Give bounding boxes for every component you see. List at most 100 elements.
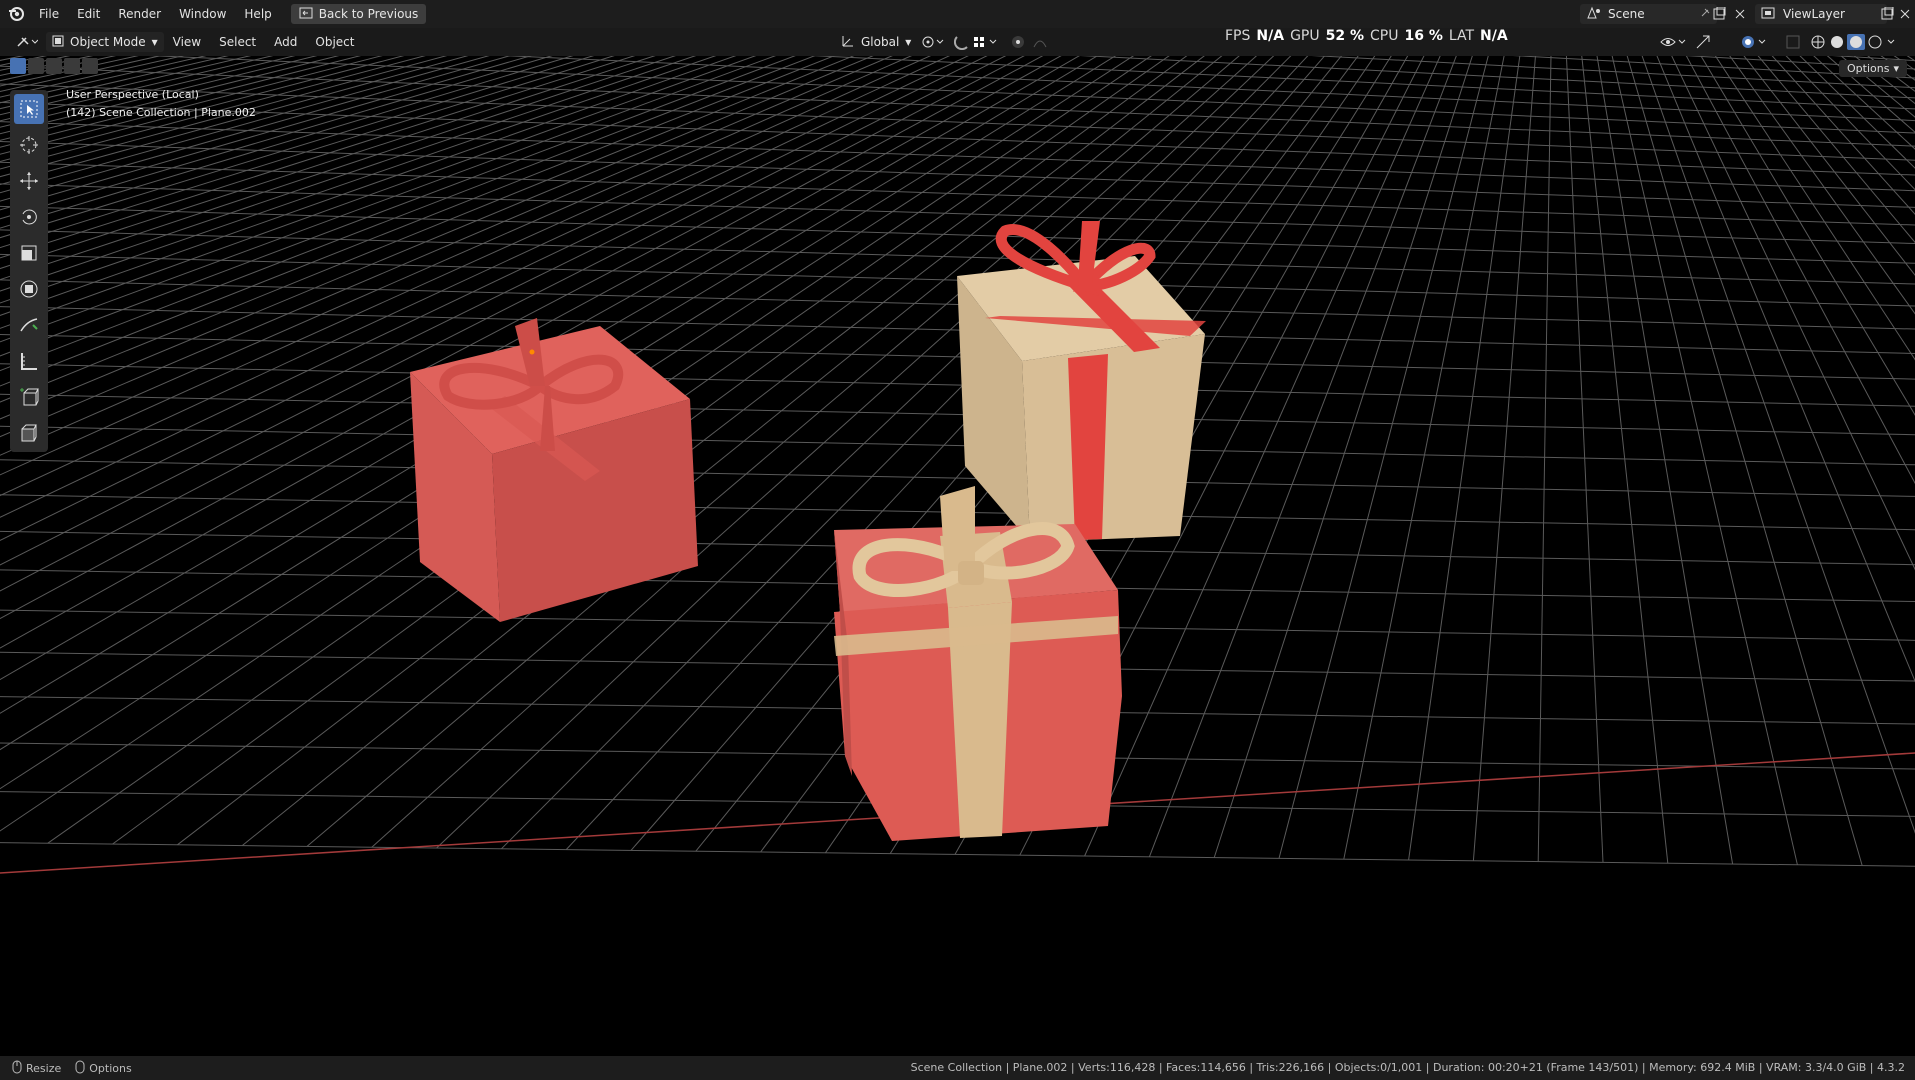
scene-statistics: Scene Collection | Plane.002 | Verts:116… (910, 1061, 1905, 1074)
back-icon (299, 7, 313, 22)
gift-box-left[interactable] (410, 318, 698, 622)
mouse-left-icon (12, 1060, 22, 1077)
grid-line (1689, 56, 1915, 902)
view-layer-name: ViewLayer (1783, 7, 1845, 21)
back-to-previous-button[interactable]: Back to Previous (290, 4, 427, 24)
transform-orientation-dropdown[interactable]: Global ▾ (835, 32, 917, 52)
select-mode-new-icon[interactable] (10, 58, 26, 74)
select-mode-extend-icon[interactable] (28, 58, 44, 74)
pin-icon[interactable] (1699, 7, 1711, 22)
grid-line (0, 56, 1152, 832)
rotate-tool[interactable] (14, 202, 44, 232)
viewport-info: User Perspective (Local) (142) Scene Col… (66, 86, 256, 122)
select-box-tool[interactable] (14, 94, 44, 124)
grid-line (0, 306, 1915, 354)
grid-line (1826, 56, 1915, 133)
blender-logo-icon[interactable] (6, 4, 26, 24)
grid-line (0, 56, 1099, 714)
grid-line (1771, 56, 1915, 215)
grid-line (1652, 56, 1915, 890)
grid-line (1716, 56, 1915, 910)
grid-line (1703, 56, 1915, 906)
add-object-tool[interactable] (14, 418, 44, 448)
rotate-icon (22, 209, 37, 225)
transform-tool[interactable] (14, 274, 44, 304)
viewport-header: Object Mode ▾ View Select Add Object Glo… (0, 28, 1915, 56)
gizmo-icon[interactable] (1695, 34, 1713, 53)
pivot-point-icon[interactable] (920, 34, 946, 53)
3d-viewport[interactable]: User Perspective (Local) (142) Scene Col… (0, 56, 1915, 1056)
visibility-icon[interactable] (1660, 34, 1688, 53)
overlays-icon[interactable] (1740, 34, 1770, 53)
grid-line (1684, 56, 1915, 900)
grid-line (0, 56, 988, 542)
shading-modes-icon[interactable] (1810, 34, 1902, 53)
menu-edit[interactable]: Edit (68, 0, 109, 28)
collection-info: (142) Scene Collection | Plane.002 (66, 106, 256, 119)
viewport-canvas[interactable] (0, 56, 1915, 1056)
menu-view[interactable]: View (164, 28, 210, 56)
grid-line (0, 56, 1025, 592)
menu-select[interactable]: Select (210, 28, 265, 56)
new-scene-icon[interactable] (1712, 6, 1726, 24)
proportional-editing-icon[interactable] (1010, 34, 1056, 53)
grid-line (1311, 56, 1915, 89)
cursor-tool[interactable] (14, 130, 44, 160)
scene-name: Scene (1608, 7, 1645, 21)
grid-line (0, 141, 1915, 208)
menu-file[interactable]: File (30, 0, 68, 28)
select-mode-intersect-icon[interactable] (82, 58, 98, 74)
view-layer-selector[interactable]: ViewLayer (1755, 4, 1887, 24)
measure-tool[interactable] (14, 346, 44, 376)
grid-line (1687, 56, 1915, 901)
crosshair-icon (20, 136, 38, 154)
grid-line (0, 56, 717, 304)
gift-box-front[interactable] (834, 486, 1122, 841)
grid-line (0, 56, 913, 456)
grid-line (1630, 56, 1915, 884)
object-mode-icon (52, 35, 64, 50)
menu-render[interactable]: Render (109, 0, 170, 28)
ruler-icon (21, 353, 37, 370)
cursor-arrow-icon (20, 100, 38, 118)
fps-label: FPS (1225, 28, 1251, 44)
options-label: Options (1847, 62, 1890, 75)
grid-line (1695, 56, 1915, 903)
grid-line (1668, 56, 1915, 895)
select-mode-invert-icon[interactable] (64, 58, 80, 74)
menu-object[interactable]: Object (306, 28, 363, 56)
scene-icon (1586, 6, 1602, 23)
grid-line (112, 56, 1188, 845)
grid-line (0, 334, 1915, 380)
scene-selector[interactable]: Scene (1580, 4, 1717, 24)
add-cube-icon (20, 388, 39, 406)
add-cube-tool[interactable] (14, 382, 44, 412)
menu-window[interactable]: Window (170, 0, 235, 28)
grid-line (0, 56, 893, 438)
mode-dropdown[interactable]: Object Mode ▾ (46, 32, 164, 52)
grid-line (0, 56, 636, 259)
remove-view-layer-icon[interactable] (1898, 7, 1912, 24)
grid-line (1641, 56, 1915, 887)
cpu-value: 16 % (1404, 28, 1443, 44)
xray-icon[interactable] (1785, 34, 1801, 53)
snap-icon[interactable] (953, 34, 1004, 53)
menu-help[interactable]: Help (235, 0, 280, 28)
lat-value: N/A (1480, 28, 1508, 44)
new-view-layer-icon[interactable] (1880, 6, 1894, 24)
grid-line (1714, 56, 1915, 361)
back-to-previous-label: Back to Previous (318, 7, 419, 21)
move-tool[interactable] (14, 166, 44, 196)
view-layer-icon (1761, 6, 1777, 23)
annotate-tool[interactable] (14, 310, 44, 340)
options-button[interactable]: Options ▾ (1839, 60, 1907, 77)
grid-line (1627, 56, 1915, 883)
grid-line (1706, 56, 1915, 906)
performance-overlay: FPS N/A GPU 52 % CPU 16 % LAT N/A (1225, 28, 1508, 44)
scale-tool[interactable] (14, 238, 44, 268)
menu-add[interactable]: Add (265, 28, 306, 56)
grid-line (0, 393, 1915, 436)
select-mode-subtract-icon[interactable] (46, 58, 62, 74)
remove-scene-icon[interactable] (1733, 7, 1747, 24)
editor-type-icon[interactable] (0, 34, 46, 51)
